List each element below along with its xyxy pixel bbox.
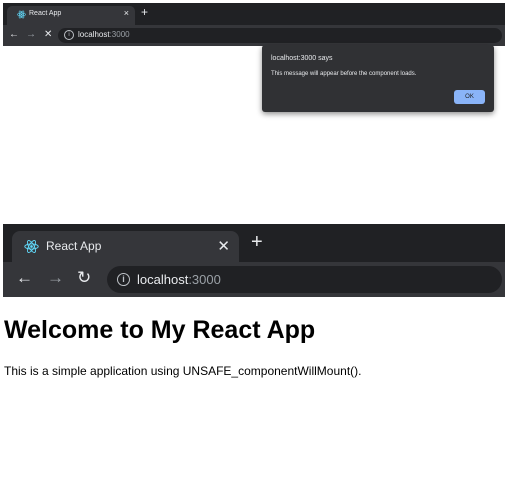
bottom-url-host: localhost — [137, 272, 189, 287]
alert-dialog: localhost:3000 says This message will ap… — [262, 45, 494, 112]
alert-title: localhost:3000 says — [271, 55, 333, 62]
alert-message: This message will appear before the comp… — [271, 71, 417, 77]
top-url-host: localhost — [78, 30, 110, 39]
top-tab[interactable]: React App × — [7, 6, 135, 25]
top-browser-window: React App × + ← → ✕ i localhost:3000 — [3, 3, 505, 46]
page-paragraph: This is a simple application using UNSAF… — [4, 364, 362, 378]
alert-ok-button[interactable]: OK — [454, 90, 485, 104]
top-back-icon[interactable]: ← — [9, 29, 19, 40]
top-tab-title: React App — [29, 10, 62, 17]
top-url: localhost:3000 — [78, 30, 130, 39]
bottom-address-bar[interactable]: i localhost:3000 — [107, 266, 502, 293]
bottom-tab-title: React App — [46, 239, 102, 253]
bottom-reload-icon[interactable]: ↻ — [77, 268, 91, 288]
bottom-url: localhost:3000 — [137, 272, 221, 287]
bottom-tab-close-icon[interactable]: ✕ — [217, 237, 230, 255]
bottom-new-tab-icon[interactable]: + — [251, 231, 263, 254]
top-site-info-icon[interactable]: i — [64, 30, 74, 40]
bottom-tab[interactable]: React App ✕ — [12, 231, 239, 262]
bottom-back-icon[interactable]: ← — [16, 268, 33, 288]
top-stop-icon[interactable]: ✕ — [44, 29, 52, 40]
page-heading: Welcome to My React App — [4, 316, 316, 344]
react-logo-icon — [17, 10, 26, 19]
top-toolbar: ← → ✕ i localhost:3000 — [3, 25, 505, 46]
bottom-site-info-icon[interactable]: i — [117, 273, 130, 286]
top-new-tab-icon[interactable]: + — [141, 5, 148, 19]
top-tab-close-icon[interactable]: × — [124, 8, 129, 18]
bottom-forward-icon[interactable]: → — [47, 268, 64, 288]
bottom-browser-window: React App ✕ + ← → ↻ i localhost:3000 — [3, 224, 505, 297]
top-forward-icon[interactable]: → — [26, 29, 36, 40]
bottom-toolbar: ← → ↻ i localhost:3000 — [3, 262, 505, 297]
top-tab-strip: React App × + — [3, 3, 505, 25]
react-logo-icon — [24, 240, 39, 253]
top-address-bar[interactable]: i localhost:3000 — [58, 28, 502, 43]
bottom-url-port: :3000 — [188, 272, 221, 287]
top-url-port: :3000 — [109, 30, 130, 39]
